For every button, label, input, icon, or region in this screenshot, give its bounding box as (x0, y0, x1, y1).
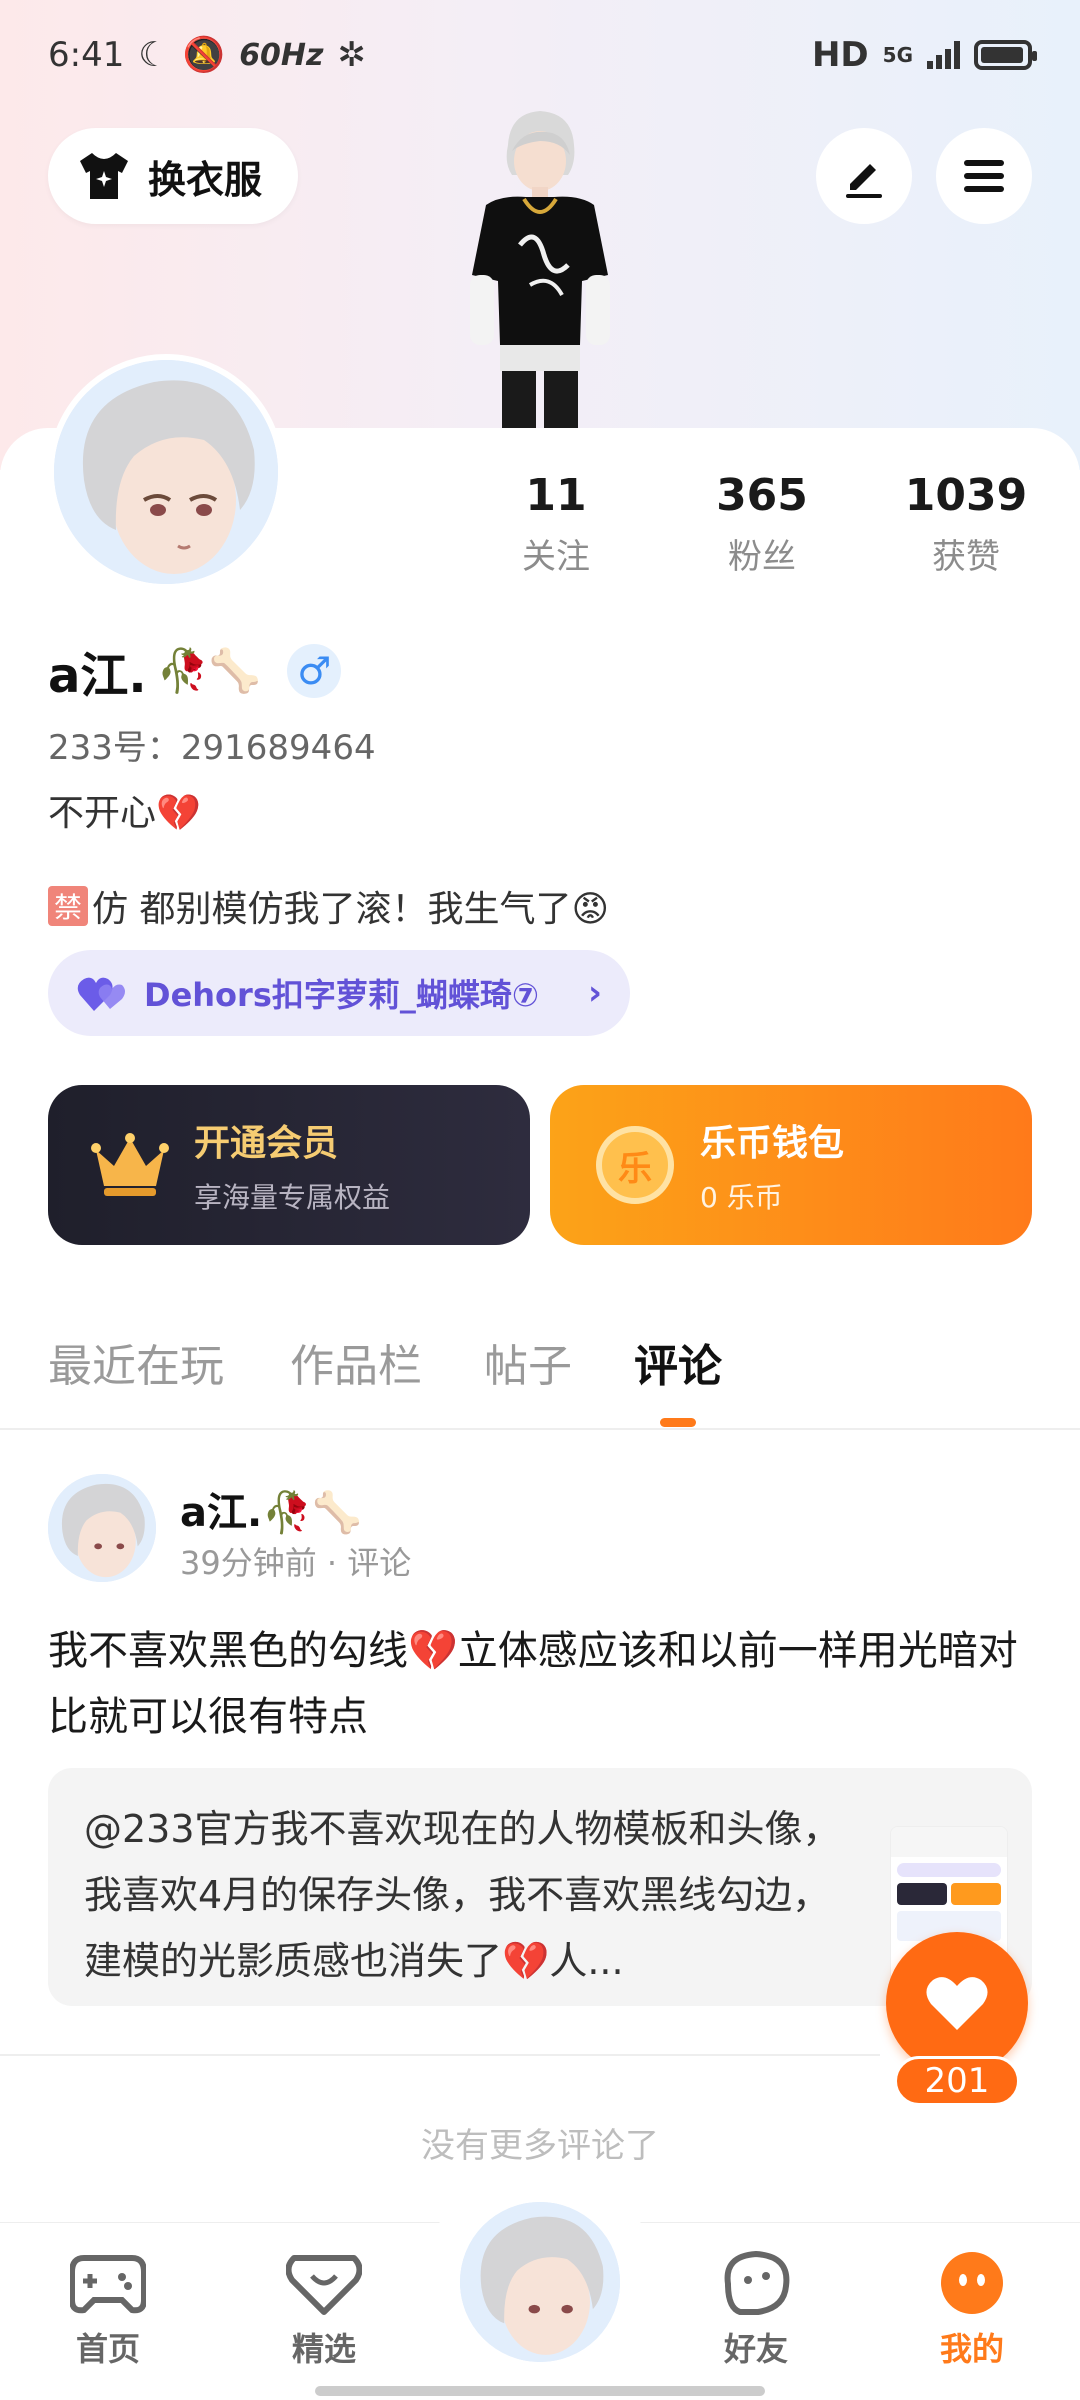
profile-avatar[interactable] (48, 354, 284, 590)
signature-line-1: 不开心💔 (48, 793, 201, 834)
comment-meta: 39分钟前 · 评论 (180, 1544, 412, 1582)
user-id[interactable]: 233号：291689464 (48, 720, 376, 769)
tabs-divider (0, 1428, 1080, 1430)
ban-badge: 禁 (48, 886, 88, 926)
vip-title: 开通会员 (194, 1123, 339, 1164)
tab-comments[interactable]: 评论 (634, 1330, 722, 1394)
signal-icon (927, 41, 960, 69)
comment-avatar-image (48, 1474, 156, 1582)
no-more-comments: 没有更多评论了 (421, 2126, 659, 2166)
active-tab-indicator (660, 1418, 696, 1427)
battery-icon (974, 40, 1037, 70)
bell-off-icon: 🔕 (182, 35, 226, 75)
fans-count: 365 (716, 470, 808, 521)
stat-fans[interactable]: 365 粉丝 (672, 470, 852, 578)
nav-featured-label: 精选 (291, 2330, 356, 2368)
tab-posts[interactable]: 帖子 (484, 1330, 572, 1394)
fan-icon: ✲ (337, 35, 367, 75)
friend-face-icon (724, 2250, 790, 2315)
quoted-post[interactable]: @233官方我不喜欢现在的人物模板和头像，我喜欢4月的保存头像，我不喜欢黑线勾边… (48, 1768, 1032, 2006)
nav-featured[interactable]: 精选 (254, 2250, 394, 2370)
stat-following[interactable]: 11 关注 (466, 470, 646, 578)
nickname-row: a江. 🥀🦴 ♂ (48, 636, 342, 706)
nav-me-label: 我的 (939, 2330, 1004, 2368)
nav-center-avatar[interactable] (454, 2196, 626, 2368)
signature-line-2: 禁 仿 都别模仿我了滚！我生气了😡 (48, 880, 609, 932)
nav-friends-label: 好友 (723, 2330, 788, 2368)
network-type: 5G (882, 43, 913, 67)
gamepad-icon (69, 2255, 147, 2314)
guild-badge[interactable]: Dehors扣字萝莉_蝴蝶琦⑦ › (48, 950, 630, 1036)
nickname: a江. (48, 648, 147, 704)
edit-profile-button[interactable] (816, 128, 912, 224)
tab-recently-played[interactable]: 最近在玩 (48, 1330, 224, 1394)
nav-home[interactable]: 首页 (38, 2250, 178, 2370)
like-count: 201 (894, 2056, 1020, 2106)
change-outfit-button[interactable]: 换衣服 (48, 128, 299, 224)
coin-icon: 乐 (596, 1126, 674, 1204)
wallet-title: 乐币钱包 (700, 1123, 845, 1164)
wallet-balance: 0 乐币 (700, 1181, 783, 1214)
double-heart-icon (77, 977, 125, 1011)
hamburger-menu-icon (964, 160, 1004, 192)
crown-icon (91, 1133, 169, 1196)
home-indicator[interactable] (315, 2386, 765, 2396)
pencil-icon (846, 164, 882, 198)
moon-icon: ☾ (138, 35, 169, 75)
comment-body[interactable]: 我不喜欢黑色的勾线💔立体感应该和以前一样用光暗对比就可以很有特点 (48, 1618, 1038, 1750)
heart-shield-icon (285, 2255, 363, 2315)
heart-icon (926, 1977, 988, 2030)
male-gender-icon: ♂ (287, 644, 342, 698)
vip-subtitle: 享海量专属权益 (194, 1181, 391, 1214)
signature-line-2-text: 仿 都别模仿我了滚！我生气了😡 (92, 889, 609, 930)
clock: 6:41 (48, 35, 125, 75)
refresh-rate: 60Hz (239, 37, 324, 73)
nickname-emojis: 🥀🦴 (156, 646, 262, 695)
likes-label: 获赞 (932, 537, 1000, 577)
following-count: 11 (525, 470, 587, 521)
vip-membership-card[interactable]: 开通会员 享海量专属权益 (48, 1085, 530, 1245)
following-label: 关注 (522, 537, 590, 577)
guild-name: Dehors扣字萝莉_蝴蝶琦⑦ (144, 976, 539, 1014)
like-button[interactable] (886, 1932, 1028, 2074)
hd-label: HD (811, 35, 869, 75)
likes-count: 1039 (904, 470, 1028, 521)
me-face-icon (941, 2252, 1003, 2314)
tab-works[interactable]: 作品栏 (290, 1330, 422, 1394)
change-outfit-label: 换衣服 (148, 157, 263, 202)
comment-divider (0, 2054, 880, 2056)
fans-label: 粉丝 (728, 537, 796, 577)
wallet-card[interactable]: 乐 乐币钱包 0 乐币 (550, 1085, 1032, 1245)
nav-avatar-image (460, 2202, 620, 2362)
nav-me[interactable]: 我的 (902, 2250, 1042, 2370)
avatar-character-figure[interactable] (440, 105, 640, 430)
tshirt-icon (80, 153, 128, 199)
stat-likes[interactable]: 1039 获赞 (876, 470, 1056, 578)
avatar-image (54, 360, 278, 584)
nav-home-label: 首页 (75, 2330, 140, 2368)
nav-friends[interactable]: 好友 (686, 2250, 826, 2370)
comment-author-avatar[interactable] (48, 1474, 156, 1582)
menu-button[interactable] (936, 128, 1032, 224)
comment-author-name[interactable]: a江.🥀🦴 (180, 1480, 362, 1538)
status-bar: 6:41 ☾ 🔕 60Hz ✲ HD 5G (0, 0, 1080, 110)
quoted-post-text: @233官方我不喜欢现在的人物模板和头像，我喜欢4月的保存头像，我不喜欢黑线勾边… (84, 1807, 841, 1983)
chevron-right-icon: › (587, 973, 602, 1013)
